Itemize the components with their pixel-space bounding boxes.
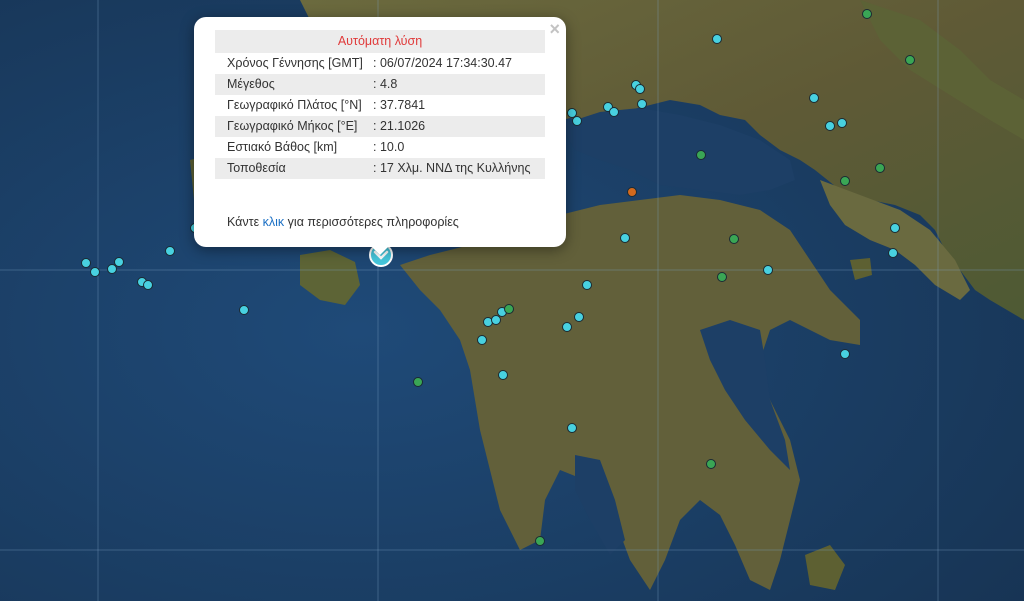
row-location: Τοποθεσία : 17 Χλμ. ΝΝΔ της Κυλλήνης	[215, 158, 545, 179]
earthquake-marker-cyan-6[interactable]	[567, 108, 577, 118]
earthquake-marker-cyan-16[interactable]	[574, 312, 584, 322]
footer-text-after: για περισσότερες πληροφορίες	[284, 215, 459, 229]
earthquake-marker-cyan-26[interactable]	[165, 246, 175, 256]
earthquake-marker-cyan-7[interactable]	[572, 116, 582, 126]
earthquake-marker-green-6[interactable]	[717, 272, 727, 282]
popup-title: Αυτόματη λύση	[215, 30, 545, 53]
location-label: Τοποθεσία	[215, 158, 370, 179]
origin-time-label: Χρόνος Γέννησης [GMT]	[227, 56, 363, 70]
earthquake-marker-cyan-27[interactable]	[81, 258, 91, 268]
row-longitude: Γεωγραφικό Μήκος [°E] : 21.1026	[215, 116, 545, 137]
earthquake-marker-cyan-28[interactable]	[90, 267, 100, 277]
magnitude-label: Μέγεθος	[215, 74, 370, 95]
earthquake-marker-green-3[interactable]	[875, 163, 885, 173]
footer-text-before: Κάντε	[227, 215, 263, 229]
earthquake-marker-cyan-12[interactable]	[888, 248, 898, 258]
row-magnitude: Μέγεθος : 4.8	[215, 74, 545, 95]
depth-value: : 10.0	[373, 140, 405, 154]
earthquake-marker-green-5[interactable]	[729, 234, 739, 244]
earthquake-marker-green-4[interactable]	[840, 176, 850, 186]
selected-event-marker[interactable]	[369, 243, 393, 267]
earthquake-marker-cyan-23[interactable]	[567, 423, 577, 433]
row-depth: Εστιακό Βάθος [km] : 10.0	[215, 137, 545, 158]
magnitude-value: : 4.8	[370, 74, 545, 95]
earthquake-marker-green-9[interactable]	[706, 459, 716, 469]
longitude-label: Γεωγραφικό Μήκος [°E]	[215, 116, 370, 137]
origin-time-value: : 06/07/2024 17:34:30.47	[373, 56, 513, 70]
earthquake-marker-cyan-3[interactable]	[637, 99, 647, 109]
longitude-value: : 21.1026	[370, 116, 545, 137]
earthquake-marker-green-1[interactable]	[905, 55, 915, 65]
earthquake-marker-cyan-11[interactable]	[890, 223, 900, 233]
earthquake-marker-cyan-10[interactable]	[837, 118, 847, 128]
earthquake-marker-orange-0[interactable]	[627, 187, 637, 197]
earthquake-marker-cyan-14[interactable]	[620, 233, 630, 243]
earthquake-marker-cyan-2[interactable]	[635, 84, 645, 94]
event-popup: × Αυτόματη λύση Χρόνος Γέννησης [GMT] : …	[194, 17, 566, 247]
earthquake-marker-cyan-0[interactable]	[712, 34, 722, 44]
earthquake-marker-cyan-29[interactable]	[107, 264, 117, 274]
earthquake-marker-green-2[interactable]	[696, 150, 706, 160]
earthquake-marker-green-0[interactable]	[862, 9, 872, 19]
earthquake-marker-cyan-25[interactable]	[239, 305, 249, 315]
earthquake-marker-cyan-21[interactable]	[477, 335, 487, 345]
popup-footer: Κάντε κλικ για περισσότερες πληροφορίες	[227, 215, 459, 229]
earthquake-marker-cyan-20[interactable]	[491, 315, 501, 325]
row-origin-time: Χρόνος Γέννησης [GMT] : 06/07/2024 17:34…	[215, 53, 545, 74]
depth-label: Εστιακό Βάθος [km]	[227, 140, 338, 154]
earthquake-marker-cyan-17[interactable]	[562, 322, 572, 332]
earthquake-marker-cyan-32[interactable]	[143, 280, 153, 290]
latitude-value: : 37.7841	[373, 98, 426, 112]
location-value: : 17 Χλμ. ΝΝΔ της Κυλλήνης	[370, 158, 545, 179]
earthquake-marker-cyan-8[interactable]	[809, 93, 819, 103]
earthquake-marker-cyan-13[interactable]	[763, 265, 773, 275]
more-info-link[interactable]: κλικ	[263, 215, 285, 229]
earthquake-marker-cyan-24[interactable]	[840, 349, 850, 359]
earthquake-marker-cyan-5[interactable]	[609, 107, 619, 117]
earthquake-marker-green-7[interactable]	[504, 304, 514, 314]
close-icon[interactable]: ×	[549, 19, 560, 39]
latitude-label: Γεωγραφικό Πλάτος [°N]	[227, 98, 362, 112]
earthquake-marker-cyan-22[interactable]	[498, 370, 508, 380]
earthquake-marker-cyan-15[interactable]	[582, 280, 592, 290]
event-details-table: Αυτόματη λύση Χρόνος Γέννησης [GMT] : 06…	[215, 30, 545, 179]
earthquake-marker-green-10[interactable]	[535, 536, 545, 546]
earthquake-marker-green-8[interactable]	[413, 377, 423, 387]
earthquake-marker-cyan-30[interactable]	[114, 257, 124, 267]
earthquake-marker-cyan-9[interactable]	[825, 121, 835, 131]
row-latitude: Γεωγραφικό Πλάτος [°N] : 37.7841	[215, 95, 545, 116]
